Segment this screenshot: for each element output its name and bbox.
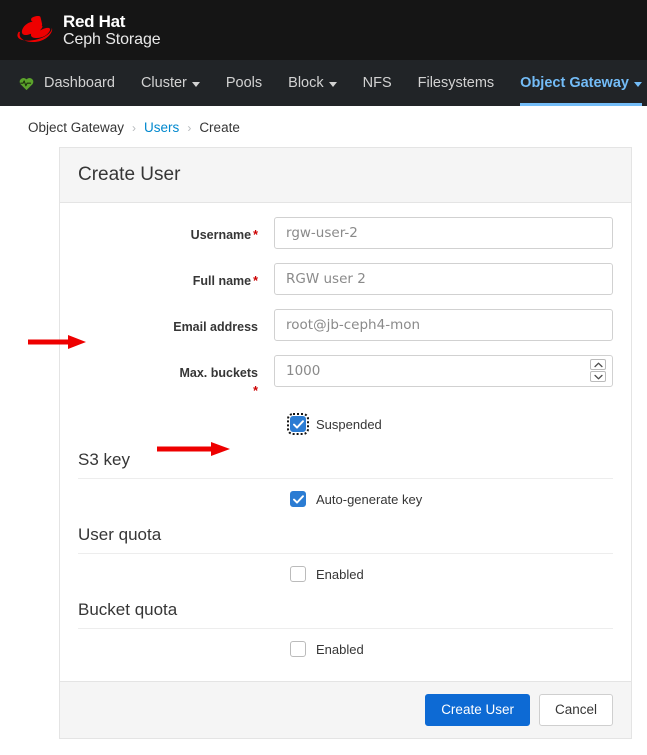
field-wrap-username [274, 217, 613, 249]
nav-item-pools[interactable]: Pools [213, 60, 275, 106]
required-marker: * [253, 228, 258, 242]
nav-item-cluster[interactable]: Cluster [128, 60, 213, 106]
chevron-down-icon [633, 81, 642, 87]
brand-logo[interactable]: Red Hat Ceph Storage [16, 12, 161, 49]
breadcrumb-item-create: Create [199, 120, 240, 135]
card-footer: Create User Cancel [60, 681, 631, 739]
brand-text: Red Hat Ceph Storage [63, 12, 161, 49]
nav-item-block[interactable]: Block [275, 60, 349, 106]
nav-item-filesystems[interactable]: Filesystems [405, 60, 508, 106]
nav-item-dashboard[interactable]: Dashboard [18, 60, 128, 106]
form-row-full-name: Full name * [78, 263, 613, 295]
user-quota-enabled-label[interactable]: Enabled [316, 567, 364, 582]
username-input[interactable] [274, 217, 613, 249]
max-buckets-input[interactable] [274, 355, 613, 387]
nav-item-label: NFS [362, 75, 392, 91]
brand-line1: Red Hat [63, 11, 126, 31]
main-navigation: Dashboard Cluster Pools Block NFS Filesy… [0, 60, 647, 106]
full-name-input[interactable] [274, 263, 613, 295]
label-text: Max. buckets [179, 366, 258, 380]
section-title-user-quota: User quota [78, 525, 613, 555]
email-address-input[interactable] [274, 309, 613, 341]
form-row-username: Username * [78, 217, 613, 249]
nav-item-nfs[interactable]: NFS [350, 60, 405, 106]
page-content: Create User Username* Full name* [0, 147, 647, 740]
bucket-quota-enabled-label[interactable]: Enabled [316, 642, 364, 657]
heart-pulse-icon [18, 75, 35, 92]
section-title-s3-key: S3 key [78, 450, 613, 480]
stepper-down-button[interactable] [590, 371, 606, 382]
create-user-button[interactable]: Create User [425, 694, 530, 727]
label-text: Email address [173, 320, 258, 334]
required-marker: * [253, 274, 258, 288]
field-wrap-email-address [274, 309, 613, 341]
brand-line2: Ceph Storage [63, 30, 161, 48]
create-user-card: Create User Username* Full name* [59, 147, 632, 740]
label-text: Full name [192, 274, 252, 288]
chevron-down-icon [191, 81, 200, 87]
nav-item-label: Block [288, 75, 324, 91]
section-title-bucket-quota: Bucket quota [78, 600, 613, 630]
max-buckets-stepper[interactable] [590, 359, 606, 383]
suspended-label[interactable]: Suspended [316, 417, 382, 432]
form-row-email-address: Email address [78, 309, 613, 341]
nav-item-label: Pools [225, 75, 263, 91]
suspended-checkbox[interactable] [287, 413, 309, 436]
form-row-suspended: Suspended [274, 413, 613, 436]
nav-item-label: Dashboard [44, 75, 115, 91]
create-user-form: Username* Full name* Email address [60, 203, 631, 681]
form-row-auto-generate-key: Auto-generate key [274, 491, 613, 508]
masthead: Red Hat Ceph Storage [0, 0, 647, 60]
stepper-up-button[interactable] [590, 359, 606, 370]
chevron-down-icon [328, 81, 337, 87]
label-email-address: Email address [78, 309, 274, 336]
nav-item-label: Filesystems [417, 75, 495, 91]
nav-item-object-gateway[interactable]: Object Gateway [507, 60, 647, 106]
page-title: Create User [60, 148, 631, 203]
nav-item-label: Cluster [140, 75, 187, 91]
auto-generate-key-checkbox[interactable] [290, 491, 306, 508]
bucket-quota-enabled-checkbox[interactable] [290, 641, 306, 658]
user-quota-enabled-checkbox[interactable] [290, 566, 306, 583]
required-marker: * [253, 384, 258, 399]
nav-item-label: Object Gateway [520, 75, 629, 91]
red-hat-logo-icon [16, 16, 54, 44]
form-row-bucket-quota-enabled: Enabled [274, 641, 613, 658]
field-wrap-max-buckets [274, 355, 613, 387]
form-row-user-quota-enabled: Enabled [274, 566, 613, 583]
auto-generate-key-label[interactable]: Auto-generate key [316, 492, 422, 507]
breadcrumb-separator-icon: › [187, 120, 192, 135]
breadcrumb: Object Gateway › Users › Create [0, 106, 647, 147]
cancel-button[interactable]: Cancel [538, 694, 613, 727]
label-username: Username * [78, 217, 274, 244]
breadcrumb-item-object-gateway: Object Gateway [28, 120, 125, 135]
label-text: Username [190, 228, 252, 242]
breadcrumb-separator-icon: › [132, 120, 137, 135]
field-wrap-full-name [274, 263, 613, 295]
label-max-buckets: Max. buckets * [78, 355, 274, 400]
breadcrumb-item-users[interactable]: Users [144, 120, 179, 135]
label-full-name: Full name * [78, 263, 274, 290]
form-row-max-buckets: Max. buckets * [78, 355, 613, 400]
